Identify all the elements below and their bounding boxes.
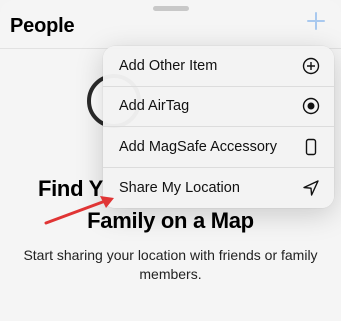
menu-item-add-airtag[interactable]: Add AirTag (103, 87, 334, 127)
plus-circle-icon (302, 57, 320, 75)
add-menu: Add Other Item Add AirTag Add MagSafe Ac… (103, 46, 334, 208)
empty-state-headline-line2: Family on a Map (87, 208, 254, 233)
location-arrow-icon (302, 179, 320, 197)
menu-item-share-my-location[interactable]: Share My Location (103, 168, 334, 209)
menu-item-label: Add MagSafe Accessory (119, 138, 277, 155)
empty-state-subtitle: Start sharing your location with friends… (23, 247, 318, 282)
menu-item-add-magsafe-accessory[interactable]: Add MagSafe Accessory (103, 127, 334, 168)
menu-item-label: Add AirTag (119, 98, 190, 115)
menu-item-label: Share My Location (119, 179, 240, 196)
sheet-grabber[interactable] (153, 6, 189, 11)
airtag-icon (302, 97, 320, 115)
menu-item-label: Add Other Item (119, 57, 218, 74)
phone-icon (302, 138, 320, 156)
page-title: People (10, 15, 75, 37)
add-plus-icon[interactable] (305, 10, 327, 32)
menu-item-add-other-item[interactable]: Add Other Item (103, 46, 334, 87)
